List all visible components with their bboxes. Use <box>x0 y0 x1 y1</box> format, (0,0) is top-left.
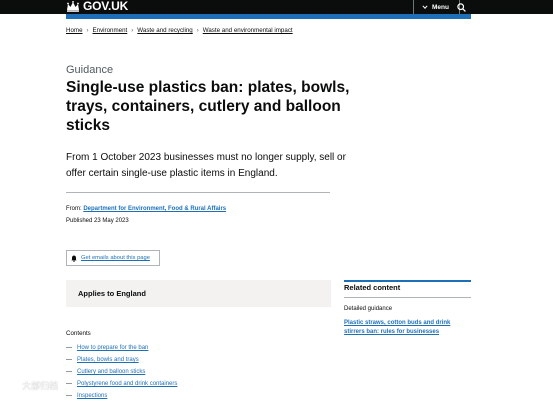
contents-link[interactable]: Cutlery and balloon sticks <box>77 369 145 375</box>
search-button[interactable] <box>454 0 468 14</box>
watermark: 大部归档 <box>6 378 58 392</box>
contents-link[interactable]: Inspections <box>77 393 107 399</box>
divider <box>66 192 330 193</box>
breadcrumb-waste-impact[interactable]: Waste and environmental impact <box>203 27 293 34</box>
contents-link[interactable]: Polystyrene food and drink containers <box>77 381 177 387</box>
menu-label: Menu <box>432 3 449 11</box>
chevron-right-icon: › <box>86 27 89 34</box>
breadcrumb-home[interactable]: Home <box>66 27 83 34</box>
page-title: Single-use plastics ban: plates, bowls, … <box>66 79 350 134</box>
applies-to-panel: Applies to England <box>66 280 331 307</box>
list-item: — Polystyrene food and drink containers <box>66 381 178 387</box>
list-item: — Inspections <box>66 393 108 399</box>
crown-icon <box>67 0 79 12</box>
logo-text: GOV.UK <box>83 0 129 13</box>
search-icon <box>456 2 466 12</box>
breadcrumb: Home › Environment › Waste and recycling… <box>66 27 293 34</box>
chevron-down-icon <box>422 5 428 9</box>
list-item: — How to prepare for the ban <box>66 345 149 351</box>
breadcrumb-environment[interactable]: Environment <box>93 27 128 34</box>
related-content: Related content Detailed guidance Plasti… <box>344 283 471 336</box>
contents-label: Contents <box>66 330 91 337</box>
get-emails-button[interactable]: Get emails about this page <box>66 250 160 266</box>
metadata-from: From: Department for Environment, Food &… <box>66 206 226 212</box>
related-link-plastic-straws[interactable]: Plastic straws, cotton buds and drink st… <box>344 319 471 336</box>
page-lead: From 1 October 2023 businesses must no l… <box>66 152 346 179</box>
contents-link[interactable]: How to prepare for the ban <box>77 345 148 351</box>
page-caption: Guidance <box>66 64 114 76</box>
header-blue-bar <box>66 14 471 19</box>
related-subheading: Detailed guidance <box>344 306 393 312</box>
related-content-title: Related content <box>344 283 471 298</box>
watermark-logo-icon <box>6 381 20 389</box>
related-top-border <box>344 280 471 282</box>
bell-icon <box>71 255 77 262</box>
list-item: — Plates, bowls and trays <box>66 357 139 363</box>
watermark-text: 大部归档 <box>22 380 59 391</box>
list-item: — Cutlery and balloon sticks <box>66 369 146 375</box>
govuk-logo[interactable]: GOV.UK <box>66 0 128 13</box>
contents-list: — How to prepare for the ban — Plates, bow… <box>66 342 177 402</box>
applies-to-text: Applies to England <box>78 289 146 298</box>
breadcrumb-waste-recycling[interactable]: Waste and recycling <box>137 27 192 34</box>
site-header: GOV.UK Menu <box>0 0 553 14</box>
from-organisation-link[interactable]: Department for Environment, Food & Rural… <box>83 206 226 212</box>
contents-link[interactable]: Plates, bowls and trays <box>77 357 139 363</box>
from-label: From: <box>66 206 82 212</box>
published-date: Published 23 May 2023 <box>66 218 129 224</box>
get-emails-label[interactable]: Get emails about this page <box>81 255 150 261</box>
chevron-right-icon: › <box>131 27 134 34</box>
menu-button[interactable]: Menu <box>413 0 460 14</box>
chevron-right-icon: › <box>196 27 199 34</box>
